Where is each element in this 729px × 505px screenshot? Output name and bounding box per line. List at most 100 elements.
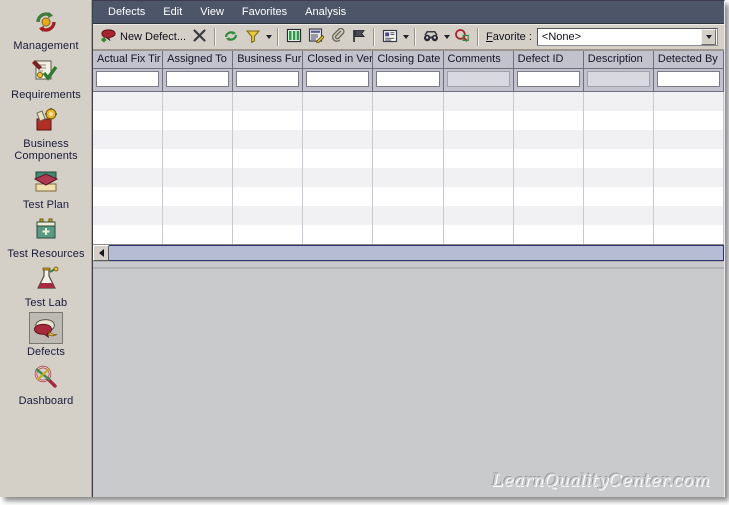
table-cell[interactable] — [93, 130, 164, 149]
scroll-track[interactable] — [109, 245, 724, 261]
table-cell[interactable] — [163, 187, 234, 206]
menu-item-view[interactable]: View — [192, 4, 234, 21]
report-button[interactable] — [305, 26, 327, 48]
column-header[interactable]: Assigned To — [163, 51, 234, 69]
column-filter-input[interactable] — [96, 71, 160, 87]
favorite-dropdown-arrow[interactable] — [701, 29, 716, 45]
table-cell[interactable] — [514, 206, 584, 225]
table-cell[interactable] — [93, 168, 164, 187]
table-cell[interactable] — [373, 130, 444, 149]
table-cell[interactable] — [444, 168, 514, 187]
table-cell[interactable] — [654, 130, 724, 149]
table-cell[interactable] — [93, 92, 164, 111]
filter-button[interactable] — [242, 26, 264, 48]
table-cell[interactable] — [163, 111, 234, 130]
table-cell[interactable] — [654, 149, 724, 168]
table-cell[interactable] — [163, 92, 234, 111]
table-row[interactable] — [93, 206, 724, 225]
column-header[interactable]: Closing Date — [373, 51, 444, 69]
table-cell[interactable] — [373, 92, 444, 111]
scroll-left-button[interactable] — [93, 245, 109, 261]
table-cell[interactable] — [584, 206, 654, 225]
table-cell[interactable] — [233, 187, 304, 206]
column-header[interactable]: Business Fur — [233, 51, 304, 69]
sidebar-item-defects[interactable]: Defects — [0, 312, 92, 358]
table-cell[interactable] — [444, 149, 514, 168]
table-cell[interactable] — [514, 168, 584, 187]
table-cell[interactable] — [584, 168, 654, 187]
column-filter-input[interactable] — [376, 71, 440, 87]
sidebar-item-test-resources[interactable]: Test Resources — [0, 214, 92, 260]
table-cell[interactable] — [93, 225, 164, 244]
table-row[interactable] — [93, 168, 724, 187]
table-cell[interactable] — [373, 187, 444, 206]
table-cell[interactable] — [233, 130, 304, 149]
new-defect-button[interactable]: New Defect... — [97, 26, 189, 48]
table-cell[interactable] — [233, 225, 304, 244]
table-cell[interactable] — [233, 168, 304, 187]
table-cell[interactable] — [584, 111, 654, 130]
table-cell[interactable] — [584, 149, 654, 168]
table-cell[interactable] — [303, 187, 374, 206]
table-cell[interactable] — [514, 111, 584, 130]
column-header[interactable]: Closed in Ver — [303, 51, 374, 69]
sidebar-item-requirements[interactable]: Requirements — [0, 55, 92, 101]
table-cell[interactable] — [163, 225, 234, 244]
defect-details-button[interactable] — [379, 26, 401, 48]
column-header[interactable]: Actual Fix Tir — [93, 51, 164, 69]
table-cell[interactable] — [444, 187, 514, 206]
attachment-button[interactable] — [327, 26, 348, 48]
table-cell[interactable] — [233, 92, 304, 111]
table-cell[interactable] — [303, 206, 374, 225]
table-cell[interactable] — [373, 111, 444, 130]
table-row[interactable] — [93, 111, 724, 130]
table-cell[interactable] — [303, 168, 374, 187]
table-cell[interactable] — [233, 111, 304, 130]
table-cell[interactable] — [654, 92, 724, 111]
table-cell[interactable] — [163, 206, 234, 225]
table-cell[interactable] — [654, 206, 724, 225]
table-cell[interactable] — [444, 92, 514, 111]
table-cell[interactable] — [373, 168, 444, 187]
table-cell[interactable] — [514, 92, 584, 111]
delete-button[interactable] — [189, 26, 210, 48]
table-cell[interactable] — [654, 225, 724, 244]
table-row[interactable] — [93, 149, 724, 168]
table-cell[interactable] — [444, 225, 514, 244]
column-filter-input[interactable] — [236, 71, 300, 87]
table-cell[interactable] — [514, 149, 584, 168]
sidebar-item-test-plan[interactable]: Test Plan — [0, 165, 92, 211]
defect-details-dropdown-arrow[interactable] — [401, 27, 410, 47]
pane-splitter[interactable] — [93, 261, 724, 268]
columns-button[interactable] — [283, 26, 305, 48]
table-cell[interactable] — [373, 149, 444, 168]
refresh-button[interactable] — [220, 26, 242, 48]
table-cell[interactable] — [444, 206, 514, 225]
table-row[interactable] — [93, 225, 724, 244]
menu-item-favorites[interactable]: Favorites — [234, 4, 297, 21]
table-cell[interactable] — [163, 149, 234, 168]
table-cell[interactable] — [584, 92, 654, 111]
filter-dropdown-arrow[interactable] — [264, 27, 273, 47]
sidebar-item-test-lab[interactable]: Test Lab — [0, 263, 92, 309]
table-cell[interactable] — [303, 149, 374, 168]
table-cell[interactable] — [233, 149, 304, 168]
column-filter-input[interactable] — [306, 71, 370, 87]
table-cell[interactable] — [584, 225, 654, 244]
grid-horizontal-scrollbar[interactable] — [93, 244, 724, 261]
table-cell[interactable] — [444, 111, 514, 130]
table-cell[interactable] — [93, 111, 164, 130]
table-cell[interactable] — [654, 168, 724, 187]
sidebar-item-business-components[interactable]: Business Components — [0, 104, 92, 162]
table-cell[interactable] — [303, 130, 374, 149]
table-cell[interactable] — [93, 187, 164, 206]
table-row[interactable] — [93, 130, 724, 149]
table-cell[interactable] — [654, 111, 724, 130]
table-cell[interactable] — [514, 130, 584, 149]
table-row[interactable] — [93, 92, 724, 111]
column-filter-input[interactable] — [166, 71, 230, 87]
flag-button[interactable] — [348, 26, 369, 48]
favorite-select[interactable]: <None> — [536, 28, 718, 46]
menu-item-analysis[interactable]: Analysis — [297, 4, 356, 21]
table-cell[interactable] — [444, 130, 514, 149]
